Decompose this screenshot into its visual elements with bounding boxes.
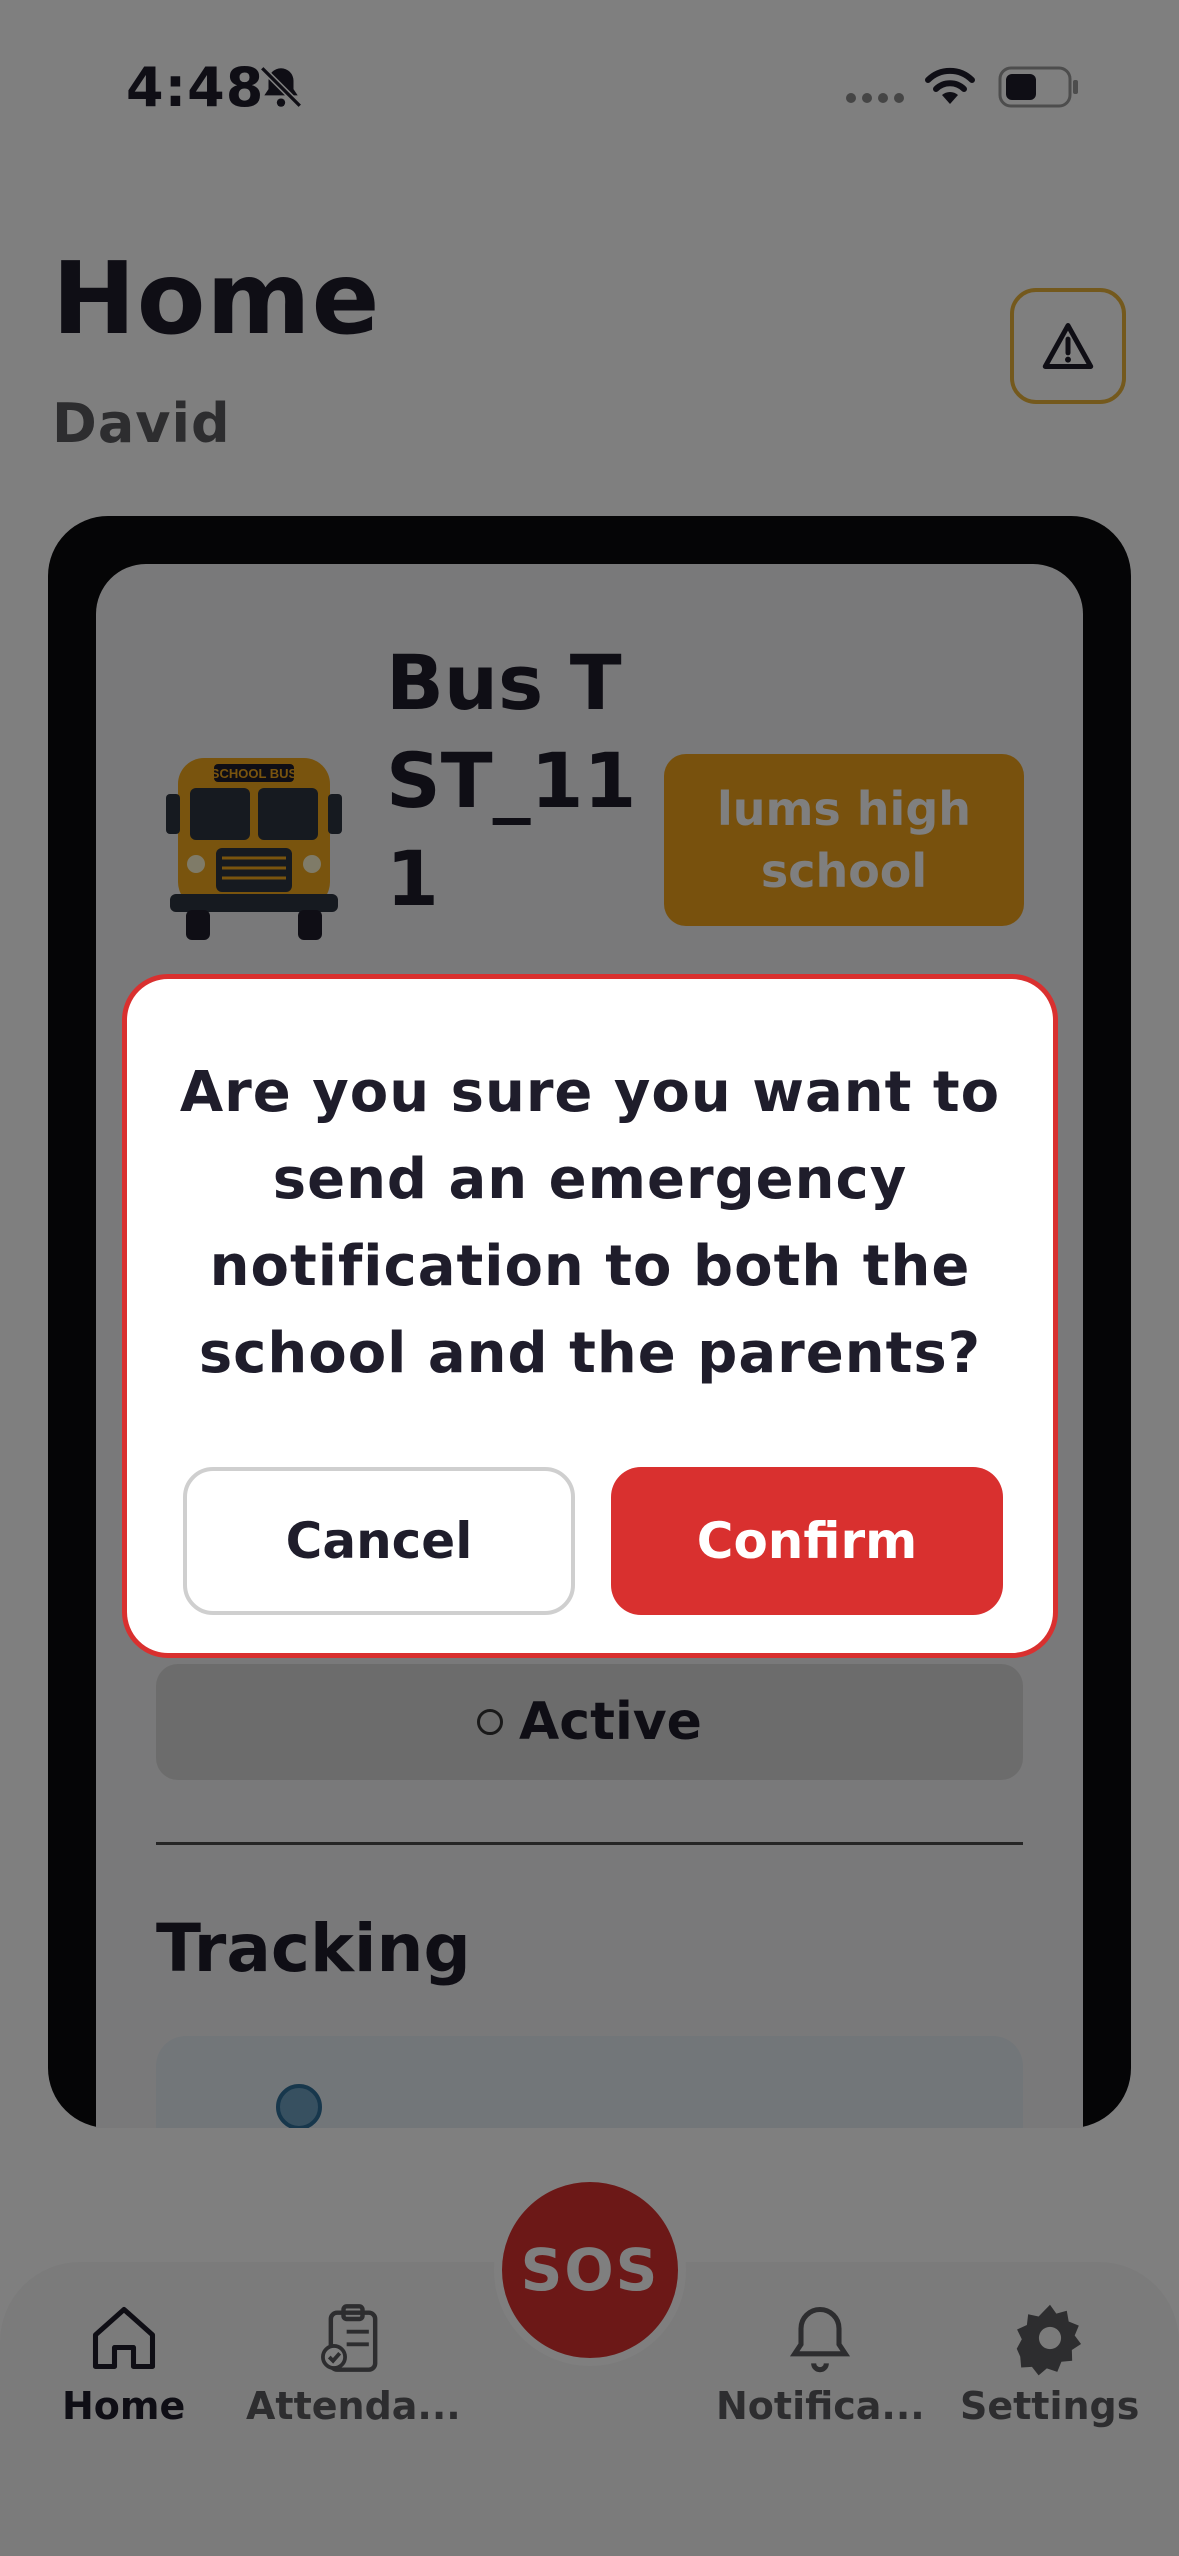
emergency-confirm-dialog: Are you sure you want to send an emergen… [122,974,1058,1658]
cancel-button[interactable]: Cancel [183,1467,575,1615]
dialog-message: Are you sure you want to send an emergen… [179,1060,1001,1386]
confirm-button[interactable]: Confirm [611,1467,1003,1615]
